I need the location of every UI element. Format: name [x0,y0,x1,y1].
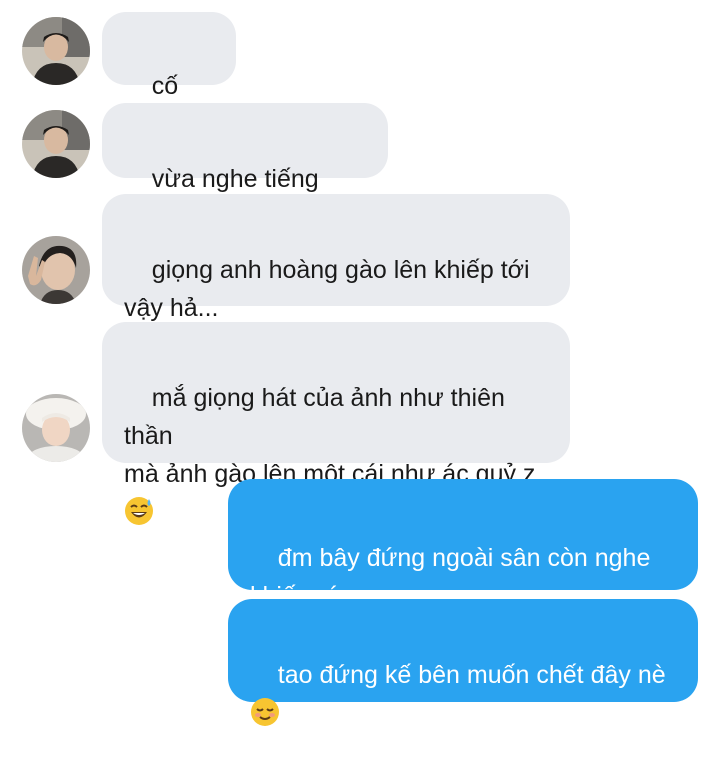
incoming-message-bubble[interactable]: cố nội ơi [102,12,236,138]
avatar[interactable] [22,110,90,178]
incoming-message-bubble[interactable]: giọng anh hoàng gào lên khiếp tới vậy hả… [102,194,570,322]
outgoing-message-bubble[interactable]: tao đứng kế bên muốn chết đây nè [228,599,698,726]
message-text: tao đứng kế bên muốn chết đây nè [277,661,666,689]
message-text: mắ giọng hát của ảnh như thiên thần mà ả… [124,384,536,488]
message-text: giọng anh hoàng gào lên khiếp tới vậy hả… [124,256,530,322]
chat-thread: cố nội ơi vừa nghe tiếng gào rú giọng an… [0,0,720,726]
avatar[interactable] [22,394,90,462]
incoming-message-bubble[interactable]: vừa nghe tiếng gào rú [102,103,388,231]
relieved-smile-emoji [250,697,280,727]
avatar[interactable] [22,236,90,304]
avatar[interactable] [22,17,90,85]
incoming-message-bubble[interactable]: mắ giọng hát của ảnh như thiên thần mà ả… [102,322,570,525]
outgoing-message-bubble[interactable]: đm bây đứng ngoài sân còn nghe khiếp vía… [228,479,698,610]
sweat-smile-emoji [124,496,154,526]
